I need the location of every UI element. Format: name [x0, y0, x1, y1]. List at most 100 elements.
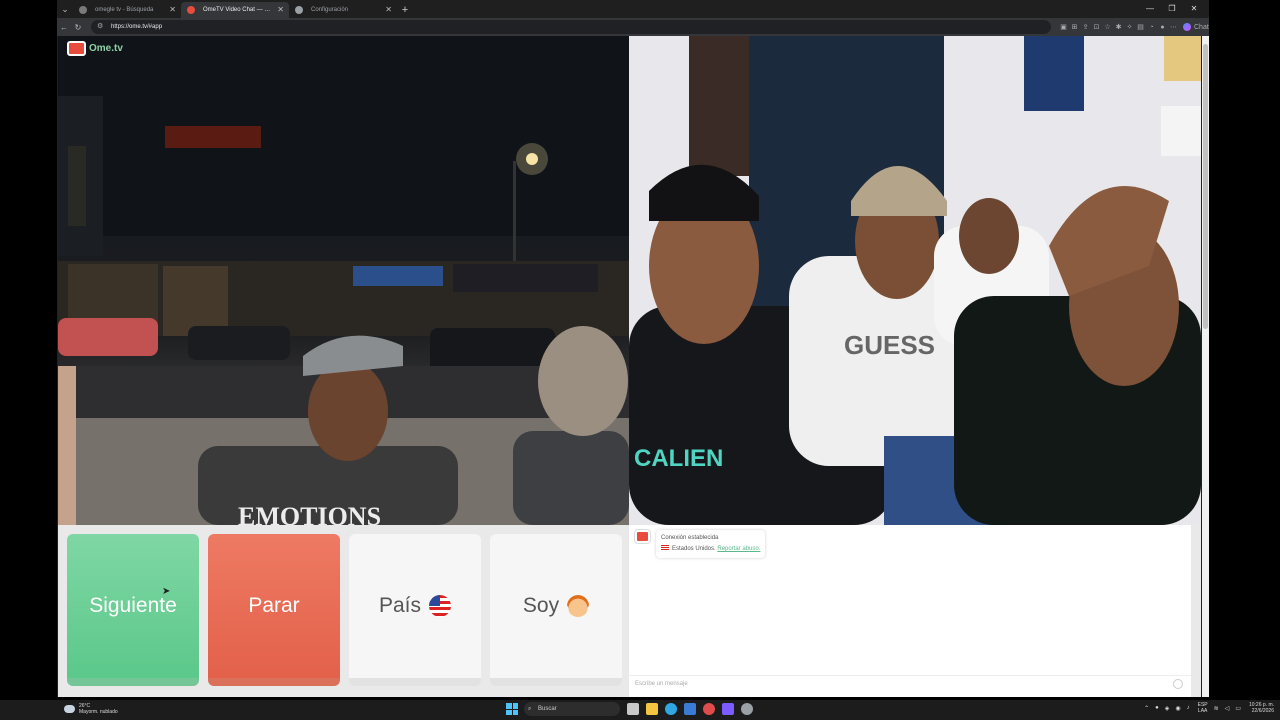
tab-strip: ⌄ omegle tv - Búsqueda ✕ OmeTV Video Cha… [57, 0, 1209, 18]
address-bar[interactable]: ⚙ https://ome.tv/#app [91, 20, 1051, 34]
shield-icon[interactable]: ◈ [1165, 705, 1170, 712]
tab-label: omegle tv - Búsqueda [95, 7, 154, 13]
country-line: Estados Unidos. Reportar abuso. [661, 544, 760, 555]
microphone-icon[interactable]: ♪ [1187, 705, 1190, 711]
weather-text: 26°C Mayorm. nublado [79, 703, 118, 715]
install-icon[interactable]: ⊡ [1091, 23, 1102, 31]
app-purple-icon[interactable] [722, 703, 734, 715]
ometv-avatar-icon [635, 530, 650, 543]
remote-video: GUESS CALIEN [629, 36, 1201, 525]
chat-panel: Conexión establecida Estados Unidos. Rep… [629, 525, 1191, 697]
new-tab-button[interactable]: + [397, 2, 413, 18]
profile-avatar-icon[interactable]: ● [1157, 24, 1168, 31]
gender-button[interactable]: Soy [490, 534, 622, 686]
chat-label: Chat [1194, 23, 1209, 31]
browser-window: ⌄ omegle tv - Búsqueda ✕ OmeTV Video Cha… [57, 0, 1209, 697]
settings-icon[interactable] [741, 703, 753, 715]
country-button-label: País [378, 594, 422, 617]
taskbar: 26°C Mayorm. nublado ⌕ Buscar ⌃ ● ◈ ◉ ♪ [0, 700, 1280, 720]
share-icon[interactable]: ⇪ [1080, 23, 1091, 31]
window-controls: — ❐ ✕ [1139, 0, 1205, 18]
emoji-icon[interactable] [1173, 679, 1183, 689]
close-icon[interactable]: ✕ [169, 2, 176, 18]
taskbar-search[interactable]: ⌕ Buscar [524, 702, 620, 716]
scrollbar-thumb[interactable] [1203, 44, 1208, 329]
windows-start-icon[interactable] [506, 703, 518, 715]
tab-label: OmeTV Video Chat — Omegle [203, 7, 286, 13]
search-placeholder: Buscar [538, 706, 557, 712]
tab-ometv[interactable]: OmeTV Video Chat — Omegle ✕ [181, 2, 289, 18]
language-indicator[interactable]: ESP LAA [1198, 702, 1208, 714]
wifi-icon[interactable]: ≋ [1214, 705, 1219, 712]
country-button[interactable]: País [349, 534, 481, 686]
star-icon[interactable]: ☆ [1102, 23, 1113, 31]
us-flag-icon [661, 545, 669, 552]
country-name: Estados Unidos. [672, 546, 716, 552]
minimize-icon[interactable]: — [1139, 0, 1161, 18]
search-icon: ⌕ [528, 706, 532, 712]
gear-icon [295, 6, 303, 14]
chat-input-placeholder: Escribe un mensaje [635, 681, 688, 687]
clock-date: 22/6/2026 [1251, 708, 1274, 714]
reload-icon[interactable]: ↻ [71, 23, 85, 32]
translate-icon[interactable]: ⊞ [1069, 23, 1080, 31]
site-info-icon[interactable]: ⚙ [97, 20, 103, 34]
weather-desc: Mayorm. nublado [79, 709, 118, 715]
close-window-icon[interactable]: ✕ [1183, 0, 1205, 18]
stop-button-label: Parar [248, 594, 300, 617]
system-tray: ⌃ ● ◈ ◉ ♪ ESP LAA ≋ ◁ ▭ 10:26 p. m. 22/6… [1138, 702, 1274, 714]
screen: ⌄ omegle tv - Búsqueda ✕ OmeTV Video Cha… [0, 0, 1280, 720]
tab-label: Configuración [311, 7, 349, 13]
performance-icon[interactable]: ◔ [1146, 24, 1157, 31]
battery-icon[interactable]: ▭ [1235, 705, 1241, 712]
collections-icon[interactable]: ▤ [1135, 23, 1146, 31]
maximize-icon[interactable]: ❐ [1161, 0, 1183, 18]
close-icon[interactable]: ✕ [385, 2, 392, 18]
chevron-up-icon[interactable]: ⌃ [1144, 705, 1149, 712]
cloud-icon [64, 705, 75, 713]
file-explorer-icon[interactable] [646, 703, 658, 715]
svg-text:GUESS: GUESS [844, 330, 935, 360]
edge-icon[interactable] [665, 703, 677, 715]
ometv-logo[interactable]: Ome.tv [67, 41, 123, 56]
clock[interactable]: 10:26 p. m. 22/6/2026 [1249, 702, 1274, 714]
ometv-favicon-icon [187, 6, 195, 14]
store-icon[interactable] [684, 703, 696, 715]
page-scrollbar[interactable] [1202, 36, 1209, 697]
favorites-icon[interactable]: ✧ [1124, 23, 1135, 31]
stranger-scene-image: GUESS CALIEN [629, 36, 1201, 525]
back-icon[interactable]: ← [57, 23, 71, 32]
next-button-label: Siguiente [89, 594, 177, 617]
language-bottom: LAA [1197, 708, 1208, 714]
system-message: Conexión establecida Estados Unidos. Rep… [635, 530, 766, 558]
gender-button-label: Soy [522, 594, 560, 617]
extensions-icon[interactable]: ✱ [1113, 23, 1124, 31]
more-icon[interactable]: ⋯ [1168, 23, 1179, 31]
copilot-icon [1183, 23, 1191, 31]
connection-status: Conexión establecida [661, 535, 719, 541]
network-tray-icon[interactable]: ◉ [1175, 705, 1180, 712]
camera-icon[interactable]: ▣ [1058, 23, 1069, 31]
weather-widget[interactable]: 26°C Mayorm. nublado [64, 703, 118, 715]
task-view-icon[interactable] [627, 703, 639, 715]
stop-button[interactable]: Parar [208, 534, 340, 686]
street-scene-image: EMOTIONS [58, 36, 629, 525]
tab-search-icon[interactable]: ⌄ [57, 0, 73, 18]
mouse-cursor-icon: ➤ [162, 586, 171, 597]
close-icon[interactable]: ✕ [277, 2, 284, 18]
tab-settings[interactable]: Configuración ✕ [289, 2, 397, 18]
app-tray-icon[interactable]: ● [1155, 705, 1159, 711]
control-panel: Siguiente ➤ Parar País Soy [58, 525, 629, 697]
copilot-chat-button[interactable]: Chat [1183, 23, 1209, 31]
volume-icon[interactable]: ◁ [1225, 705, 1230, 712]
us-flag-icon [429, 595, 452, 617]
next-button[interactable]: Siguiente ➤ [67, 534, 199, 686]
chat-message-input[interactable]: Escribe un mensaje [629, 675, 1191, 691]
tab-omegle-search[interactable]: omegle tv - Búsqueda ✕ [73, 2, 181, 18]
local-video: EMOTIONS Ome.tv [58, 36, 629, 525]
toolbar-icons: ▣ ⊞ ⇪ ⊡ ☆ ✱ ✧ ▤ ◔ ● ⋯ Chat [1058, 23, 1209, 31]
report-abuse-link[interactable]: Reportar abuso. [717, 546, 760, 552]
search-favicon-icon [79, 6, 87, 14]
ometv-logo-icon [67, 41, 86, 56]
app-red-icon[interactable] [703, 703, 715, 715]
